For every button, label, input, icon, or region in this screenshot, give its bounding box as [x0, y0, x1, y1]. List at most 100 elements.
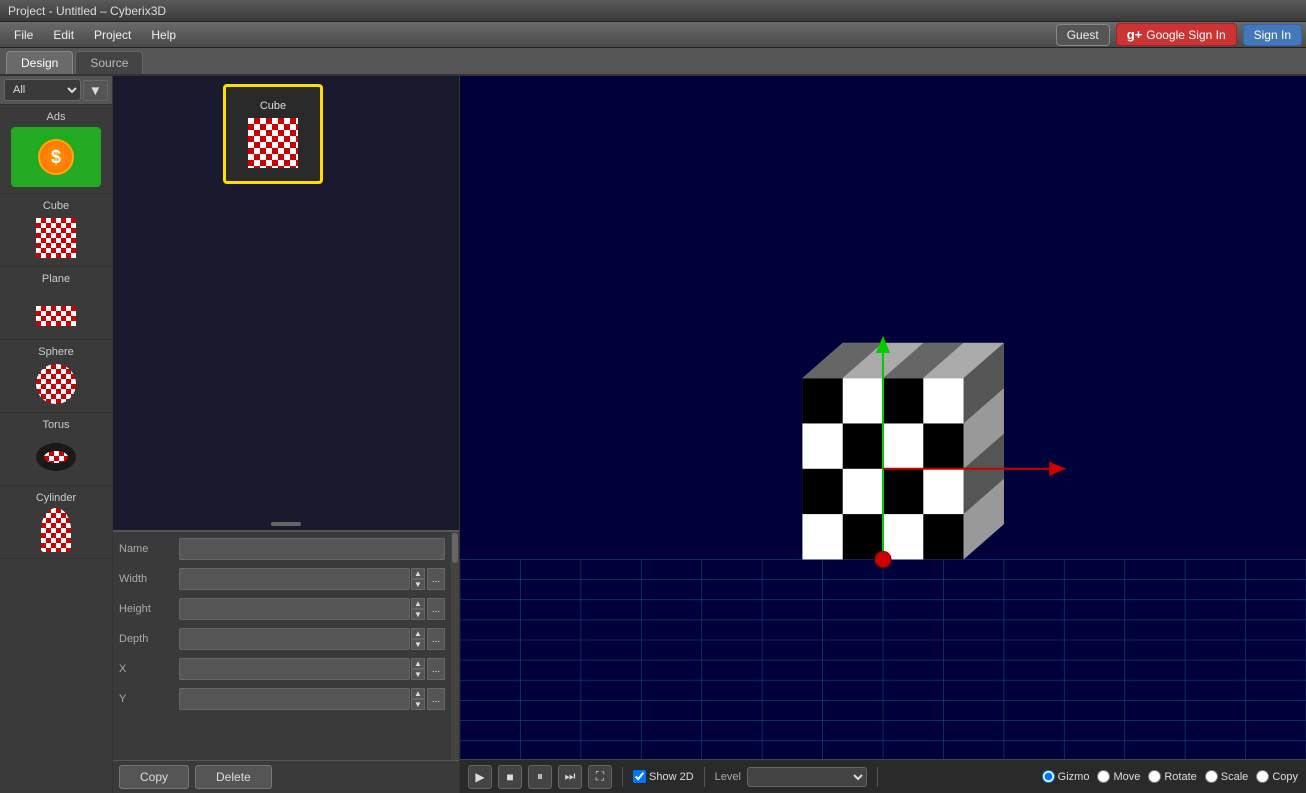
- prop-scroll-container: Name Width ▲ ▼: [113, 532, 459, 760]
- library-item-sphere[interactable]: Sphere: [0, 340, 112, 413]
- fullscreen-button[interactable]: ⛶: [588, 765, 612, 789]
- tab-source-label: Source: [90, 56, 128, 70]
- properties-panel: Name Width ▲ ▼: [113, 530, 459, 760]
- menu-project[interactable]: Project: [84, 25, 141, 45]
- library-header: All ▼: [0, 76, 112, 105]
- level-select[interactable]: [747, 767, 867, 787]
- scene-cube-card[interactable]: Cube: [223, 84, 323, 184]
- show2d-checkbox-label[interactable]: Show 2D: [633, 770, 694, 783]
- prop-y-input-group: ▲ ▼ ...: [179, 688, 445, 710]
- library-item-cylinder[interactable]: Cylinder: [0, 486, 112, 559]
- cube-icon: [36, 218, 76, 258]
- move-radio[interactable]: [1097, 770, 1110, 783]
- prop-width-label: Width: [119, 573, 179, 585]
- torus-icon: [36, 443, 76, 471]
- copy-radio[interactable]: [1256, 770, 1269, 783]
- show2d-checkbox[interactable]: [633, 770, 646, 783]
- scene-cube-icon: [248, 118, 298, 168]
- library-item-ads[interactable]: Ads $: [0, 105, 112, 194]
- prop-x-label: X: [119, 663, 179, 675]
- level-label: Level: [715, 771, 741, 783]
- library-item-cube[interactable]: Cube: [0, 194, 112, 267]
- library-item-torus[interactable]: Torus: [0, 413, 112, 486]
- prop-y-up[interactable]: ▲: [411, 688, 425, 699]
- prop-y-input[interactable]: [179, 688, 410, 710]
- menu-bar: File Edit Project Help Guest g+ Google S…: [0, 22, 1306, 48]
- tab-design-label: Design: [21, 56, 58, 70]
- prop-name-input[interactable]: [179, 538, 445, 560]
- prop-depth-more[interactable]: ...: [427, 628, 445, 650]
- menu-file[interactable]: File: [4, 25, 43, 45]
- prop-width-more[interactable]: ...: [427, 568, 445, 590]
- 3d-viewport[interactable]: ▶ ■ ⏸ ⏭ ⛶ Show 2D Level Gizmo: [460, 76, 1306, 793]
- next-button[interactable]: ⏭: [558, 765, 582, 789]
- prop-width-input[interactable]: [179, 568, 410, 590]
- google-signin-button[interactable]: g+ Google Sign In: [1116, 23, 1237, 46]
- prop-row-x: X ▲ ▼ ...: [119, 656, 445, 682]
- play-button[interactable]: ▶: [468, 765, 492, 789]
- scale-option[interactable]: Scale: [1205, 770, 1249, 783]
- plane-label: Plane: [42, 273, 70, 285]
- guest-button[interactable]: Guest: [1056, 24, 1110, 46]
- prop-x-down[interactable]: ▼: [411, 669, 425, 680]
- cylinder-label: Cylinder: [36, 492, 76, 504]
- tab-design[interactable]: Design: [6, 51, 73, 74]
- prop-height-label: Height: [119, 603, 179, 615]
- sphere-icon-container: [34, 362, 78, 406]
- gizmo-radio[interactable]: [1042, 770, 1055, 783]
- ads-icon-container: $: [11, 127, 101, 187]
- prop-depth-up[interactable]: ▲: [411, 628, 425, 639]
- menu-edit[interactable]: Edit: [43, 25, 84, 45]
- toolbar-sep-2: [704, 767, 705, 787]
- library-item-plane[interactable]: Plane: [0, 267, 112, 340]
- prop-depth-input[interactable]: [179, 628, 410, 650]
- prop-height-input-group: ▲ ▼ ...: [179, 598, 445, 620]
- delete-button[interactable]: Delete: [195, 765, 272, 789]
- signin-button[interactable]: Sign In: [1243, 24, 1302, 46]
- prop-height-more[interactable]: ...: [427, 598, 445, 620]
- toolbar-sep-1: [622, 767, 623, 787]
- prop-depth-down[interactable]: ▼: [411, 639, 425, 650]
- prop-y-label: Y: [119, 693, 179, 705]
- gizmo-label: Gizmo: [1058, 771, 1090, 783]
- scene-view[interactable]: Cube: [113, 76, 459, 530]
- prop-x-more[interactable]: ...: [427, 658, 445, 680]
- prop-height-down[interactable]: ▼: [411, 609, 425, 620]
- viewport-toolbar: ▶ ■ ⏸ ⏭ ⛶ Show 2D Level Gizmo: [460, 759, 1306, 793]
- cube-icon-container: [34, 216, 78, 260]
- prop-y-down[interactable]: ▼: [411, 699, 425, 710]
- cylinder-icon-container: [34, 508, 78, 552]
- prop-height-up[interactable]: ▲: [411, 598, 425, 609]
- copy-option[interactable]: Copy: [1256, 770, 1298, 783]
- prop-width-down[interactable]: ▼: [411, 579, 425, 590]
- prop-scrollbar-thumb: [452, 533, 458, 563]
- main-layout: All ▼ Ads $ Cube Plane: [0, 76, 1306, 793]
- tab-source[interactable]: Source: [75, 51, 143, 74]
- prop-y-more[interactable]: ...: [427, 688, 445, 710]
- drag-handle[interactable]: [271, 522, 301, 526]
- rotate-label: Rotate: [1164, 771, 1196, 783]
- prop-scrollbar[interactable]: [451, 532, 459, 760]
- prop-width-up[interactable]: ▲: [411, 568, 425, 579]
- google-signin-label: Google Sign In: [1146, 28, 1225, 42]
- menu-help[interactable]: Help: [141, 25, 186, 45]
- show2d-label: Show 2D: [649, 771, 694, 783]
- pause-button[interactable]: ⏸: [528, 765, 552, 789]
- move-option[interactable]: Move: [1097, 770, 1140, 783]
- rotate-option[interactable]: Rotate: [1148, 770, 1196, 783]
- library-filter-arrow[interactable]: ▼: [83, 80, 108, 101]
- scale-radio[interactable]: [1205, 770, 1218, 783]
- prop-row-y: Y ▲ ▼ ...: [119, 686, 445, 712]
- stop-button[interactable]: ■: [498, 765, 522, 789]
- prop-x-input-group: ▲ ▼ ...: [179, 658, 445, 680]
- prop-x-up[interactable]: ▲: [411, 658, 425, 669]
- title-bar: Project - Untitled – Cyberix3D: [0, 0, 1306, 22]
- copy-button[interactable]: Copy: [119, 765, 189, 789]
- sphere-label: Sphere: [38, 346, 73, 358]
- prop-depth-spinners: ▲ ▼: [411, 628, 425, 650]
- gizmo-option[interactable]: Gizmo: [1042, 770, 1090, 783]
- prop-height-input[interactable]: [179, 598, 410, 620]
- library-filter-select[interactable]: All: [4, 79, 81, 101]
- prop-x-input[interactable]: [179, 658, 410, 680]
- rotate-radio[interactable]: [1148, 770, 1161, 783]
